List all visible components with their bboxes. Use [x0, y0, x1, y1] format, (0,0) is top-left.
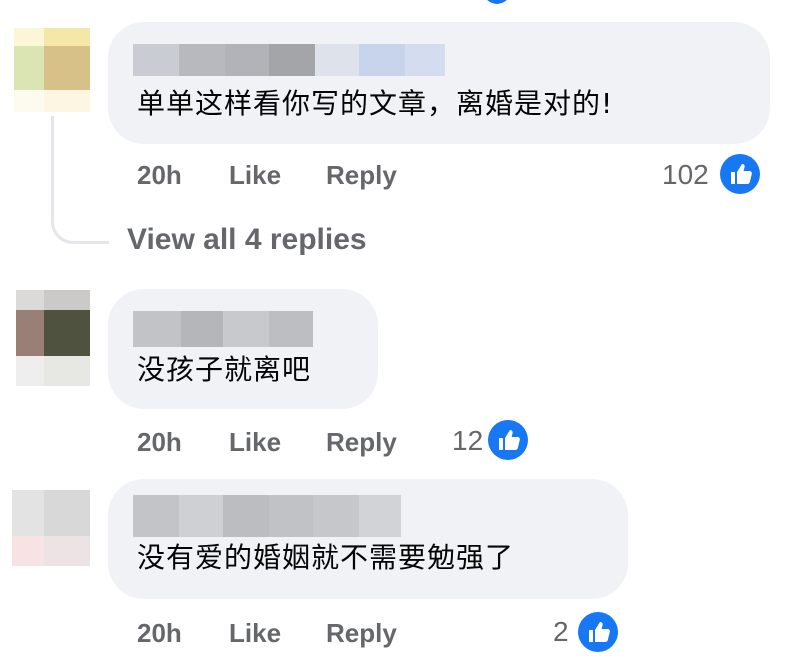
- comment-bubble: [108, 289, 378, 409]
- like-button[interactable]: Like: [229, 427, 281, 457]
- thumbs-up-icon[interactable]: [576, 610, 620, 654]
- reaction-count[interactable]: 12: [452, 425, 483, 457]
- like-button[interactable]: Like: [229, 160, 281, 190]
- thumbs-up-icon[interactable]: [718, 152, 762, 196]
- author-name[interactable]: [133, 311, 313, 347]
- comment-bubble: [108, 22, 770, 144]
- reply-button[interactable]: Reply: [326, 427, 397, 457]
- comment-text: 单单这样看你写的文章，离婚是对的!: [137, 87, 614, 120]
- partial-like-badge-icon: [483, 0, 511, 4]
- comment-text: 没有爱的婚姻就不需要勉强了: [137, 541, 515, 574]
- reply-thread-connector: [51, 116, 109, 244]
- comment-text: 没孩子就离吧: [137, 353, 312, 386]
- reaction-count[interactable]: 102: [662, 159, 709, 191]
- avatar[interactable]: [14, 28, 90, 112]
- comment-time[interactable]: 20h: [137, 160, 182, 190]
- author-name[interactable]: [133, 44, 445, 76]
- like-button[interactable]: Like: [229, 618, 281, 648]
- reply-button[interactable]: Reply: [326, 160, 397, 190]
- thumbs-up-icon[interactable]: [486, 418, 530, 462]
- comment-time[interactable]: 20h: [137, 618, 182, 648]
- view-replies-link[interactable]: View all 4 replies: [127, 223, 367, 257]
- avatar[interactable]: [16, 290, 90, 386]
- avatar[interactable]: [12, 490, 90, 566]
- reaction-count[interactable]: 2: [553, 616, 569, 648]
- comment-time[interactable]: 20h: [137, 427, 182, 457]
- reply-button[interactable]: Reply: [326, 618, 397, 648]
- author-name[interactable]: [133, 495, 401, 537]
